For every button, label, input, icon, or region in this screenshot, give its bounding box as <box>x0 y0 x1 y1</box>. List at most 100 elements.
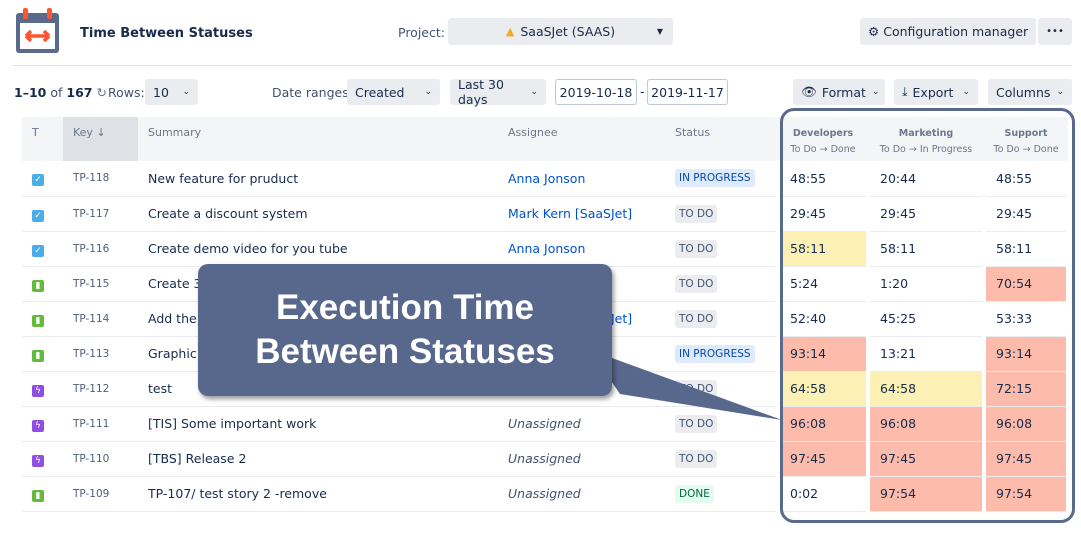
assignee-unassigned: Unassigned <box>508 486 581 501</box>
issue-summary[interactable]: TP-107/ test story 2 -remove <box>138 476 498 512</box>
table-row[interactable]: ▮ TP-109 TP-107/ test story 2 -remove Un… <box>22 476 1070 512</box>
col-time-1[interactable]: Marketing To Do → In Progress <box>868 117 984 161</box>
assignee-link[interactable]: Anna Jonson <box>508 171 585 186</box>
page-title: Time Between Statuses <box>80 26 253 41</box>
time-cell: 29:45 <box>776 196 870 232</box>
rows-select[interactable]: 10 ⌄ <box>145 79 198 105</box>
date-from-input[interactable]: 2019-10-18 <box>555 79 637 105</box>
status-badge: TO DO <box>675 204 718 223</box>
table-row[interactable]: ϟ TP-111 [TIS] Some important work Unass… <box>22 406 1070 442</box>
assignee-link[interactable]: Anna Jonson <box>508 241 585 256</box>
issue-summary[interactable]: [TBS] Release 2 <box>138 441 498 477</box>
chevron-down-icon: ⌄ <box>530 87 538 97</box>
issue-summary[interactable]: [TIS] Some important work <box>138 406 498 442</box>
task-icon: ✓ <box>32 244 44 257</box>
eye-icon: 👁 <box>801 84 817 99</box>
col-time-2[interactable]: Support To Do → Done <box>984 117 1068 161</box>
date-separator: - <box>640 84 645 99</box>
time-cell: 53:33 <box>982 301 1070 337</box>
chevron-down-icon: ⌄ <box>1056 87 1064 97</box>
configuration-manager-button[interactable]: ⚙ Configuration manager <box>860 18 1037 45</box>
issue-key[interactable]: TP-114 <box>63 301 138 337</box>
issue-summary[interactable]: New feature for pruduct <box>138 161 498 197</box>
time-cell: 52:40 <box>776 301 870 337</box>
issue-key[interactable]: TP-110 <box>63 441 138 477</box>
issue-summary[interactable]: Create a discount system <box>138 196 498 232</box>
issue-key[interactable]: TP-116 <box>63 231 138 267</box>
time-cell: 93:14 <box>982 336 1070 372</box>
story-icon: ▮ <box>32 489 44 502</box>
story-icon: ▮ <box>32 279 44 292</box>
time-cell: 29:45 <box>866 196 986 232</box>
export-button[interactable]: ⤓ Export ⌄ <box>894 79 978 105</box>
table-row[interactable]: ✓ TP-116 Create demo video for you tube … <box>22 231 1070 267</box>
rows-label: Rows: <box>108 85 145 100</box>
time-cell: 48:55 <box>776 161 870 197</box>
time-cell: 13:21 <box>866 336 986 372</box>
period-select[interactable]: Last 30 days ⌄ <box>450 77 546 107</box>
download-icon: ⤓ <box>902 84 908 99</box>
task-icon: ✓ <box>32 174 44 187</box>
more-button[interactable]: ••• <box>1038 18 1072 45</box>
story-icon: ▮ <box>32 349 44 362</box>
time-cell: 29:45 <box>982 196 1070 232</box>
project-select[interactable]: ▲ SaaSJet (SAAS) ▼ <box>448 18 673 45</box>
time-cell: 64:58 <box>776 371 870 407</box>
epic-icon: ϟ <box>32 454 44 467</box>
issue-key[interactable]: TP-111 <box>63 406 138 442</box>
issue-key[interactable]: TP-115 <box>63 266 138 302</box>
epic-icon: ϟ <box>32 419 44 432</box>
issue-key[interactable]: TP-113 <box>63 336 138 372</box>
assignee-link[interactable]: Mark Kern [SaaSJet] <box>508 206 632 221</box>
issue-key[interactable]: TP-109 <box>63 476 138 512</box>
col-type[interactable]: T <box>22 117 63 161</box>
chevron-down-icon: ⌄ <box>962 87 970 97</box>
format-button[interactable]: 👁 Format ⌄ <box>793 79 885 105</box>
time-cell: 58:11 <box>866 231 986 267</box>
time-cell: 93:14 <box>776 336 870 372</box>
table-row[interactable]: ✓ TP-117 Create a discount system Mark K… <box>22 196 1070 232</box>
project-icon: ▲ <box>505 25 515 38</box>
issue-key[interactable]: TP-112 <box>63 371 138 407</box>
issue-key[interactable]: TP-117 <box>63 196 138 232</box>
issue-key[interactable]: TP-118 <box>63 161 138 197</box>
assignee-unassigned: Unassigned <box>508 451 581 466</box>
caret-down-icon: ▼ <box>656 27 663 36</box>
time-cell: 0:02 <box>776 476 870 512</box>
col-key[interactable]: Key ↓ <box>63 117 138 161</box>
callout-line-2: Between Statuses <box>255 332 555 371</box>
col-assignee[interactable]: Assignee <box>498 117 665 161</box>
time-cell: 96:08 <box>776 406 870 442</box>
issue-summary[interactable]: Create demo video for you tube <box>138 231 498 267</box>
date-ranges-label: Date ranges: <box>272 85 353 100</box>
date-field-select[interactable]: Created ⌄ <box>347 79 440 105</box>
time-cell: 72:15 <box>982 371 1070 407</box>
table-row[interactable]: ✓ TP-118 New feature for pruduct Anna Jo… <box>22 161 1070 197</box>
table-row[interactable]: ϟ TP-110 [TBS] Release 2 Unassigned TO D… <box>22 441 1070 477</box>
divider <box>13 65 1072 66</box>
time-cell: 58:11 <box>776 231 870 267</box>
status-badge: TO DO <box>675 239 718 258</box>
time-cell: 20:44 <box>866 161 986 197</box>
epic-icon: ϟ <box>32 384 44 397</box>
story-icon: ▮ <box>32 314 44 327</box>
col-time-0[interactable]: Developers To Do → Done <box>778 117 868 161</box>
col-summary[interactable]: Summary <box>138 117 498 161</box>
columns-button[interactable]: Columns ⌄ <box>988 79 1072 105</box>
status-badge: IN PROGRESS <box>675 169 755 188</box>
app-logo <box>15 8 60 54</box>
refresh-icon[interactable]: ↻ <box>96 85 106 100</box>
chevron-down-icon: ⌄ <box>871 87 880 97</box>
project-label: Project: <box>398 25 445 40</box>
date-to-input[interactable]: 2019-11-17 <box>647 79 728 105</box>
callout-line-1: Execution Time <box>275 288 535 327</box>
time-cell: 97:45 <box>866 441 986 477</box>
time-cell: 5:24 <box>776 266 870 302</box>
time-cell: 96:08 <box>866 406 986 442</box>
chevron-down-icon: ⌄ <box>182 87 190 97</box>
gear-icon: ⚙ <box>868 24 880 39</box>
col-status[interactable]: Status <box>665 117 778 161</box>
status-badge: TO DO <box>675 309 718 328</box>
time-cell: 97:54 <box>866 476 986 512</box>
config-label: Configuration manager <box>883 24 1029 39</box>
